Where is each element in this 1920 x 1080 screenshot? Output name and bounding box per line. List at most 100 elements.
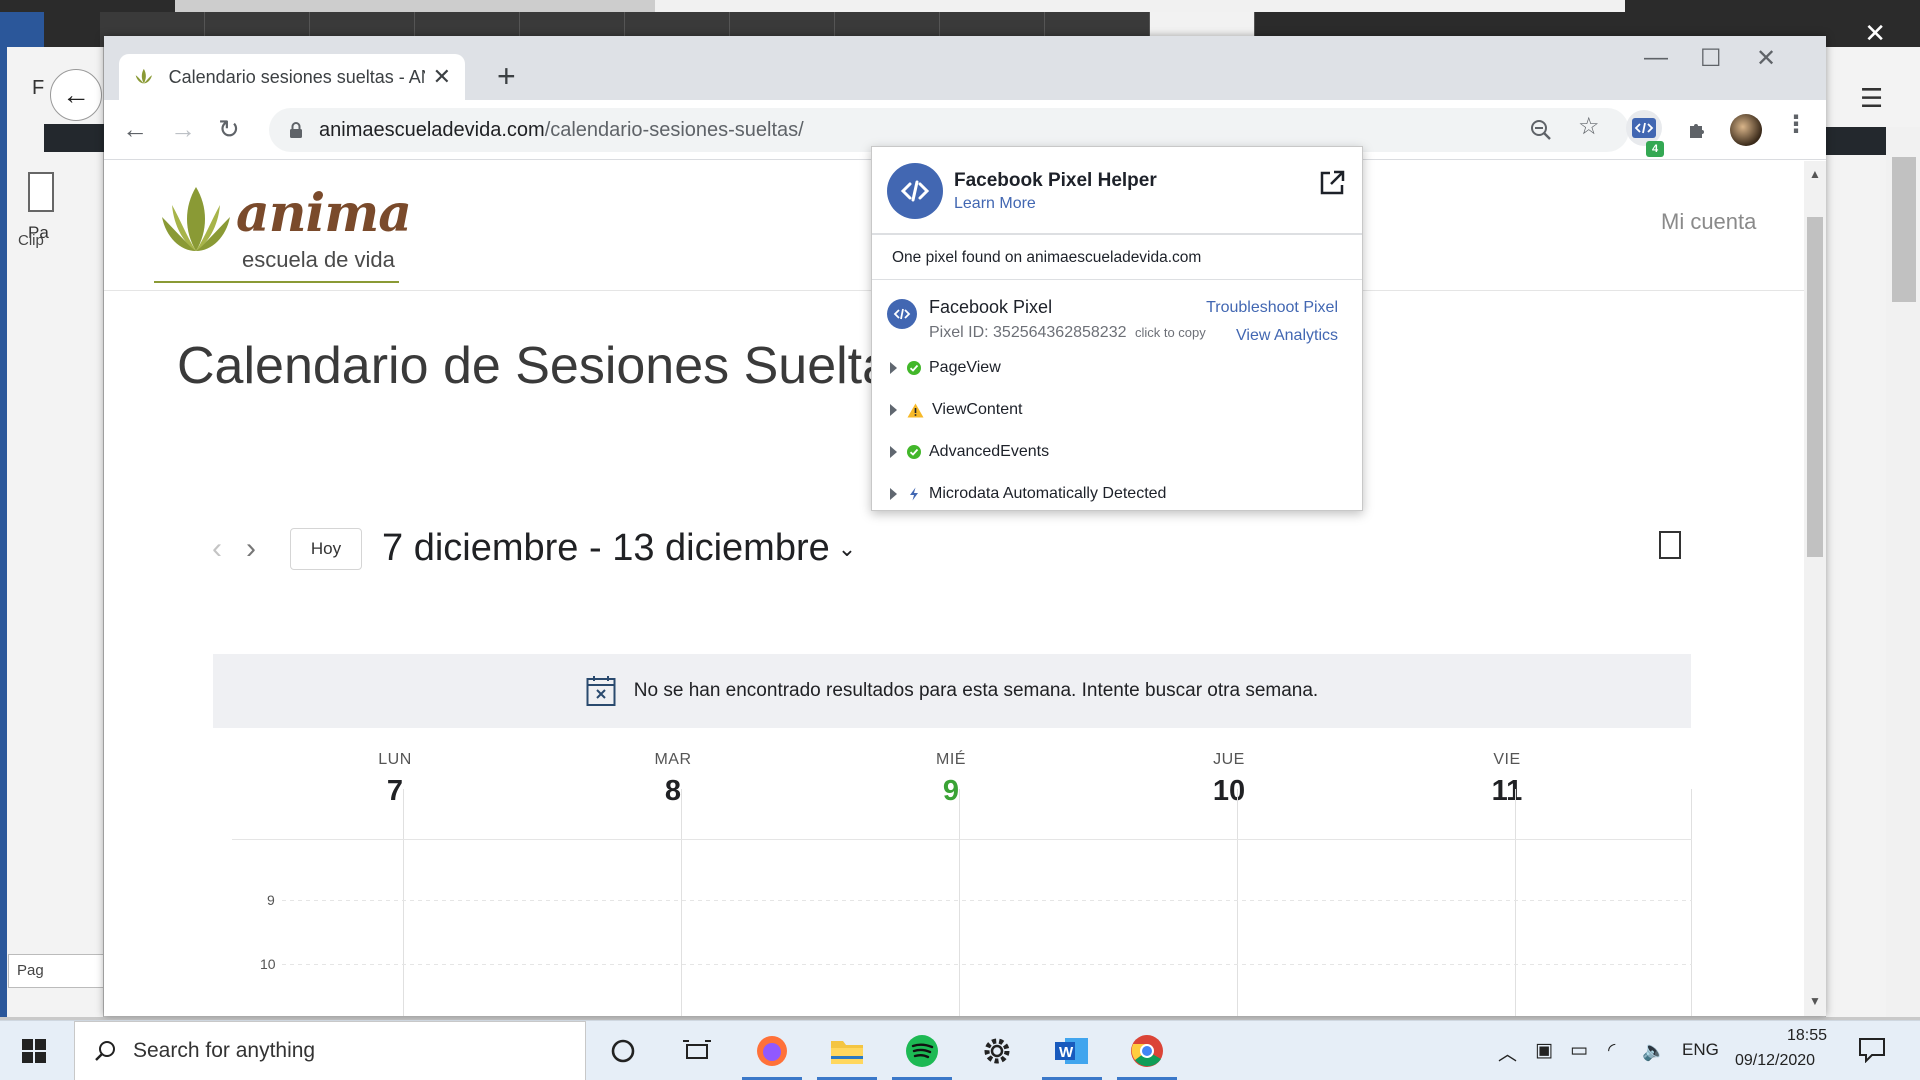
page-title: Calendario de Sesiones Sueltas <box>177 337 918 395</box>
word-accent-edge <box>0 47 7 1017</box>
settings-gear-icon[interactable] <box>977 1031 1017 1071</box>
date-range-label[interactable]: 7 diciembre - 13 diciembre <box>382 527 830 570</box>
url-path: /calendario-sesiones-sueltas/ <box>544 118 804 141</box>
day-number[interactable]: 10 <box>1090 775 1368 808</box>
kebab-menu-icon[interactable]: ⋮ <box>1784 110 1808 139</box>
search-placeholder: Search for anything <box>133 1039 316 1062</box>
spotify-icon[interactable] <box>902 1031 942 1071</box>
event-label: Microdata Automatically Detected <box>929 485 1167 502</box>
pixel-id-value[interactable]: Pixel ID: 352564362858232 <box>929 324 1127 341</box>
click-to-copy-label[interactable]: click to copy <box>1135 325 1206 340</box>
event-label: ViewContent <box>932 401 1023 418</box>
event-row-pageview[interactable]: PageView <box>890 359 1001 377</box>
extension-badge: 4 <box>1646 141 1664 157</box>
chevron-up-icon[interactable]: ︿ <box>1498 1039 1517 1066</box>
logo-underline <box>154 281 399 283</box>
hour-gridline <box>282 900 1692 901</box>
day-name: LUN <box>378 751 412 768</box>
expand-triangle-icon[interactable] <box>890 404 897 416</box>
language-indicator[interactable]: ENG <box>1682 1040 1719 1060</box>
cortana-icon[interactable] <box>603 1031 643 1071</box>
back-circle-icon[interactable]: ← <box>50 69 102 121</box>
clock-time[interactable]: 18:55 <box>1762 1027 1852 1045</box>
background-scrollbar-thumb[interactable] <box>175 0 655 12</box>
hour-gridline <box>282 964 1692 965</box>
windows-start-icon[interactable] <box>22 1039 46 1063</box>
firefox-icon[interactable] <box>752 1031 792 1071</box>
page-scrollbar-thumb[interactable] <box>1807 217 1823 557</box>
pixels-found-text: One pixel found on animaescueladevida.co… <box>872 235 1362 280</box>
reload-icon[interactable]: ↻ <box>218 114 240 145</box>
notification-center-icon[interactable] <box>1858 1037 1886 1063</box>
file-explorer-icon[interactable] <box>827 1031 867 1071</box>
day-number[interactable]: 8 <box>534 775 812 808</box>
calendar-view-icon[interactable] <box>1659 531 1681 559</box>
pixel-id[interactable]: Pixel ID: 352564362858232 click to copy <box>929 324 1206 342</box>
windows-taskbar: Search for anything W ︿ ▣ ▭ ◜ 🔈 ENG 18:5… <box>0 1020 1920 1080</box>
wifi-icon[interactable]: ◜ <box>1608 1039 1615 1062</box>
background-close-icon[interactable]: ✕ <box>1864 18 1886 49</box>
day-number[interactable]: 11 <box>1368 775 1646 808</box>
bookmark-star-icon[interactable]: ☆ <box>1578 112 1600 141</box>
window-close-icon[interactable]: ✕ <box>1756 44 1776 73</box>
background-scrollbar-thumb[interactable] <box>1892 157 1916 302</box>
event-row-microdata[interactable]: Microdata Automatically Detected <box>890 485 1166 503</box>
expand-triangle-icon[interactable] <box>890 362 897 374</box>
learn-more-link[interactable]: Learn More <box>954 195 1036 213</box>
background-word-app: F Pa Clip Pag ← <box>0 47 106 1017</box>
meet-now-icon[interactable]: ▣ <box>1535 1039 1553 1062</box>
profile-avatar[interactable] <box>1730 114 1762 146</box>
column-divider <box>959 789 960 1016</box>
account-link[interactable]: Mi cuenta <box>1661 209 1756 235</box>
hour-label: 10 <box>260 956 276 972</box>
taskbar-search-box[interactable]: Search for anything <box>74 1021 586 1080</box>
chrome-window: Calendario sesiones sueltas - ANIMA ✕ + … <box>104 36 1826 1016</box>
expand-triangle-icon[interactable] <box>890 446 897 458</box>
day-number[interactable]: 7 <box>256 775 534 808</box>
event-row-viewcontent[interactable]: ViewContent <box>890 401 1022 419</box>
maximize-icon[interactable]: ☐ <box>1700 44 1722 73</box>
day-name: MAR <box>654 751 692 768</box>
day-header-mon: LUN 7 <box>256 751 534 808</box>
clock-date[interactable]: 09/12/2020 <box>1735 1052 1815 1070</box>
extensions-puzzle-icon[interactable] <box>1686 118 1710 142</box>
view-analytics-link[interactable]: View Analytics <box>1236 327 1338 345</box>
paste-icon[interactable] <box>28 172 54 212</box>
tab-title: Calendario sesiones sueltas - ANIMA <box>168 66 425 87</box>
chevron-down-icon[interactable]: ⌄ <box>838 536 856 562</box>
expand-triangle-icon[interactable] <box>890 488 897 500</box>
tab-close-icon[interactable]: ✕ <box>433 64 451 90</box>
column-divider <box>1237 789 1238 1016</box>
adminbar-search <box>1826 127 1886 155</box>
day-number-today[interactable]: 9 <box>812 775 1090 808</box>
calendar-x-icon <box>586 676 616 706</box>
page-scrollbar[interactable]: ▲ ▼ <box>1804 161 1826 1016</box>
previous-week-icon[interactable]: ‹ <box>212 532 246 566</box>
file-menu-label[interactable]: F <box>32 77 44 100</box>
forward-icon[interactable]: → <box>170 114 196 145</box>
troubleshoot-pixel-link[interactable]: Troubleshoot Pixel <box>1206 299 1338 317</box>
week-grid: LUN 7 MAR 8 MIÉ 9 JUE 10 VIE 11 9 10 <box>232 751 1692 1016</box>
word-icon[interactable]: W <box>1052 1031 1092 1071</box>
new-tab-button[interactable]: + <box>497 58 516 95</box>
external-link-icon[interactable] <box>1318 169 1346 197</box>
volume-icon[interactable]: 🔈 <box>1642 1039 1666 1063</box>
hamburger-menu-icon[interactable]: ☰ <box>1860 83 1883 114</box>
event-row-advancedevents[interactable]: AdvancedEvents <box>890 443 1049 461</box>
next-week-icon[interactable]: › <box>246 532 280 566</box>
lock-icon <box>290 122 302 138</box>
scroll-up-icon[interactable]: ▲ <box>1809 167 1821 181</box>
battery-icon[interactable]: ▭ <box>1570 1039 1588 1062</box>
background-right-window: ☰ <box>1825 47 1920 1017</box>
tab-active[interactable]: Calendario sesiones sueltas - ANIMA ✕ <box>119 54 465 100</box>
pixel-helper-logo-icon <box>887 163 943 219</box>
scroll-down-icon[interactable]: ▼ <box>1809 994 1821 1008</box>
zoom-out-icon[interactable] <box>1529 118 1553 142</box>
minimize-icon[interactable]: — <box>1644 44 1668 72</box>
chrome-icon[interactable] <box>1127 1031 1167 1071</box>
task-view-icon[interactable] <box>677 1031 717 1071</box>
back-icon[interactable]: ← <box>122 114 148 145</box>
day-name: VIE <box>1493 751 1521 768</box>
day-header-fri: VIE 11 <box>1368 751 1646 808</box>
today-button[interactable]: Hoy <box>290 527 362 570</box>
